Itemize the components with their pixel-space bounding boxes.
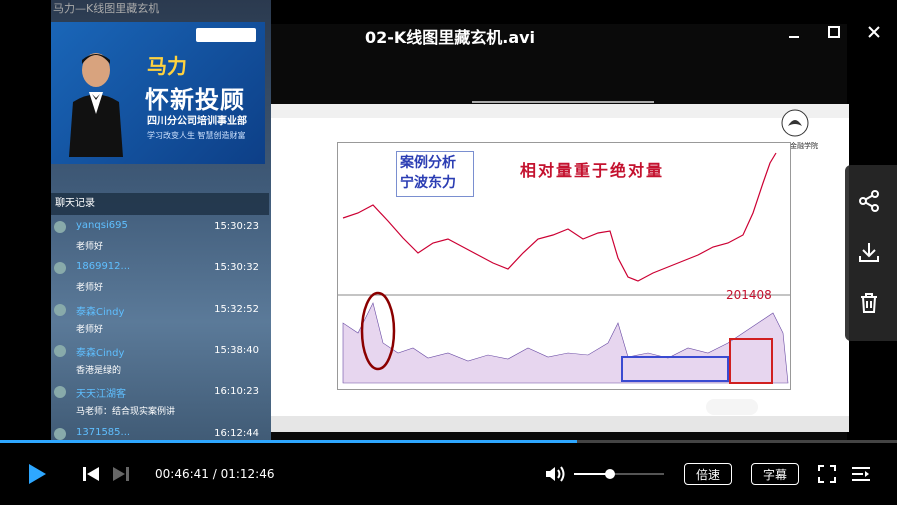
- delete-button[interactable]: [857, 291, 885, 319]
- capture-toolbar: [271, 118, 849, 137]
- chat-username: 泰森Cindy: [76, 306, 125, 318]
- fullscreen-icon: [818, 465, 836, 483]
- presenter-name: 马力: [147, 54, 187, 78]
- avatar: [54, 344, 66, 357]
- side-action-panel: [845, 165, 897, 341]
- time-separator: /: [208, 467, 221, 481]
- skip-forward-icon: [113, 467, 129, 481]
- chat-message: 泰森Cindy 15:38:40 香港是绿的: [51, 340, 265, 380]
- logo-badge: [196, 28, 256, 42]
- chat-username: 天天江湖客: [76, 389, 126, 401]
- delete-icon: [861, 293, 877, 313]
- speed-button[interactable]: 倍速: [684, 463, 732, 485]
- chat-message: 泰森Cindy 15:32:52 老师好: [51, 299, 265, 339]
- avatar: [54, 221, 66, 233]
- chat-message: 天天江湖客 16:10:23 马老师：结合现实案例讲: [51, 381, 265, 421]
- chat-username: 泰森Cindy: [76, 347, 125, 359]
- download-icon: [859, 243, 879, 262]
- volume-icon: [546, 466, 565, 482]
- banner-slogan: 学习改变人生 智慧创造财富: [147, 131, 246, 140]
- chat-text: 老师好: [76, 283, 104, 294]
- play-button[interactable]: [26, 463, 48, 485]
- avatar: [54, 262, 66, 275]
- previous-button[interactable]: [82, 465, 100, 483]
- chat-message: yanqsi695 15:30:23 老师好: [51, 216, 265, 256]
- minimize-icon: [789, 36, 799, 38]
- close-icon: [868, 26, 880, 38]
- capture-titlebar: [271, 104, 849, 118]
- floating-widget: [706, 399, 758, 415]
- capture-taskbar: [271, 416, 849, 432]
- presenter-banner: 马力 怀新投顾 四川分公司培训事业部 学习改变人生 智慧创造财富: [51, 22, 265, 164]
- chat-username: yanqsi695: [76, 220, 128, 231]
- avatar: [54, 303, 66, 316]
- current-time: 00:46:41: [155, 467, 209, 481]
- progress-fill: [0, 440, 577, 443]
- playlist-button[interactable]: [851, 465, 871, 483]
- avatar: [54, 386, 66, 399]
- chat-message: 1869912... 15:30:32 老师好: [51, 257, 265, 297]
- chart-headline: 相对量重于绝对量: [520, 161, 665, 180]
- chat-time: 15:32:52: [214, 303, 259, 315]
- chat-text: 老师好: [76, 242, 104, 252]
- minimize-button[interactable]: [780, 18, 808, 46]
- chat-time: 15:38:40: [214, 344, 259, 356]
- case-label-1: 案例分析: [400, 155, 456, 171]
- chat-time: 15:30:23: [214, 221, 259, 232]
- close-button[interactable]: [860, 18, 888, 46]
- college-logo: [780, 108, 810, 138]
- play-icon: [29, 464, 46, 484]
- brand-name: 怀新投顾: [145, 86, 245, 114]
- avatar: [54, 427, 66, 440]
- college-name: 金融学院: [790, 142, 818, 150]
- playlist-icon: [852, 467, 870, 481]
- stock-chart: 案例分析 宁波东力 相对量重于绝对量 201408: [337, 142, 791, 390]
- window-title: 02-K线图里藏玄机.avi: [364, 28, 536, 47]
- chat-username: 1371585...: [76, 426, 131, 438]
- skip-back-icon: [83, 467, 99, 481]
- chat-username: 1869912...: [76, 261, 131, 273]
- share-button[interactable]: [857, 189, 885, 217]
- total-time: 01:12:46: [220, 467, 275, 481]
- video-divider: [472, 101, 654, 103]
- volume-button[interactable]: [544, 464, 566, 484]
- chat-header: 聊天记录: [51, 193, 269, 215]
- presenter-photo: [61, 42, 131, 157]
- chat-time: 15:30:32: [214, 262, 259, 274]
- chat-text: 马老师：结合现实案例讲: [76, 407, 176, 418]
- chat-text: 香港是绿的: [76, 365, 122, 376]
- chat-text: 老师好: [76, 324, 104, 335]
- chat-time: 16:12:44: [214, 427, 259, 439]
- download-button[interactable]: [857, 240, 885, 268]
- maximize-icon: [828, 26, 840, 38]
- banner-subtitle: 四川分公司培训事业部: [147, 116, 247, 127]
- sidebar-title: 马力—K线图里藏玄机: [53, 2, 160, 15]
- chart-date: 201408: [726, 288, 772, 302]
- volume-knob[interactable]: [605, 469, 615, 479]
- chat-list[interactable]: yanqsi695 15:30:23 老师好 1869912... 15:30:32 老师…: [51, 216, 265, 459]
- case-label-2: 宁波东力: [400, 175, 456, 191]
- share-icon: [859, 190, 879, 212]
- time-display: 00:46:41 / 01:12:46: [155, 467, 274, 481]
- next-button[interactable]: [112, 465, 130, 483]
- case-box: 案例分析 宁波东力: [396, 151, 474, 197]
- maximize-button[interactable]: [820, 18, 848, 46]
- chat-time: 16:10:23: [214, 386, 259, 398]
- fullscreen-button[interactable]: [818, 465, 836, 483]
- subtitle-button[interactable]: 字幕: [751, 463, 799, 485]
